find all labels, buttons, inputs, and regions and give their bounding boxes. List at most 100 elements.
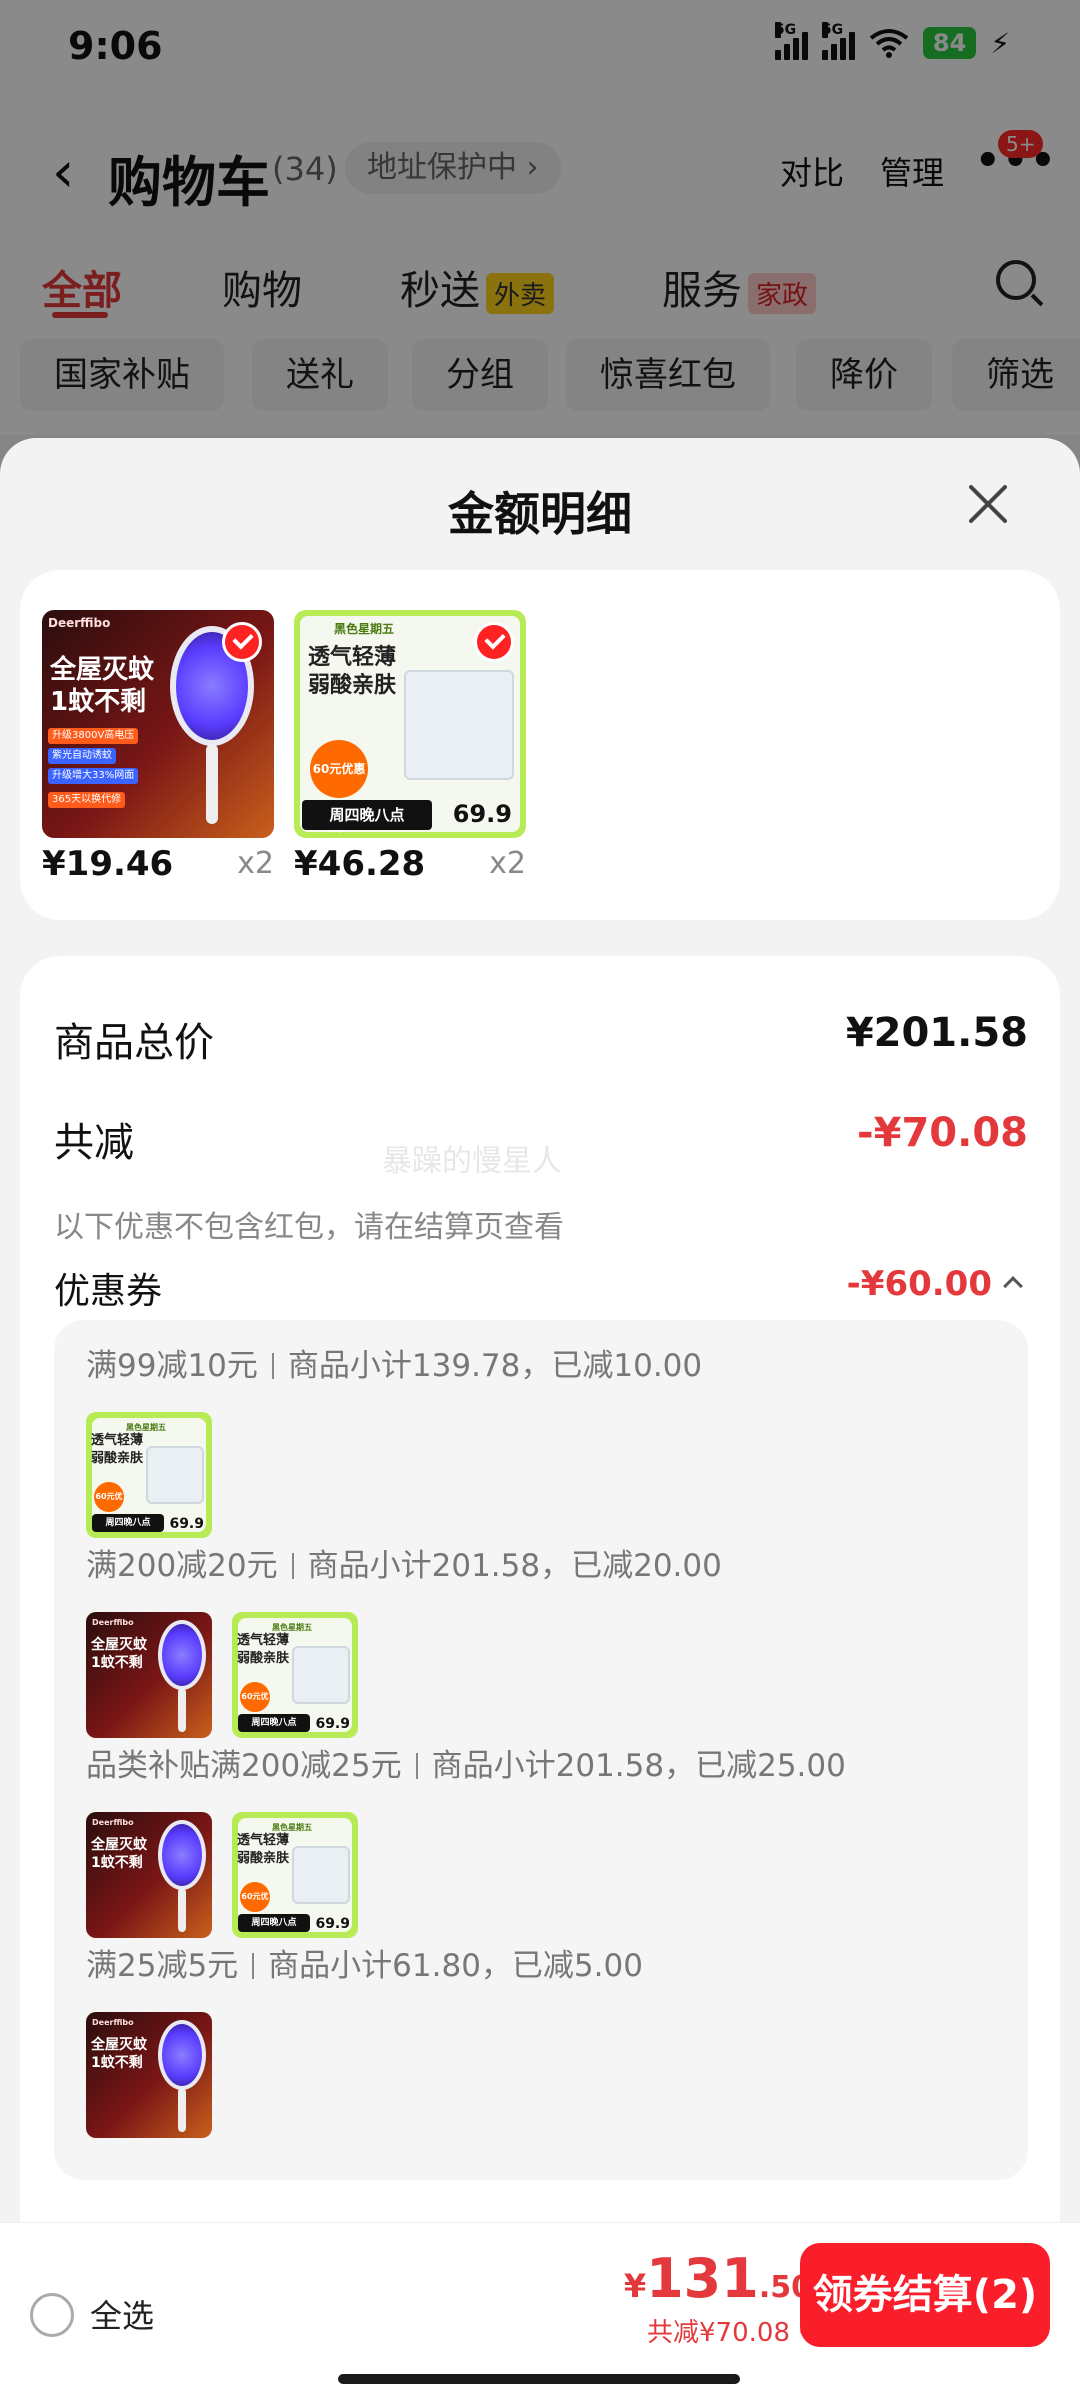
coupon-rule: 满99减10元 (86, 1348, 258, 1384)
product-headline-line1: 全屋灭蚊 (50, 655, 155, 685)
checkout-button[interactable]: 领券结算(2) (800, 2243, 1050, 2347)
image-price: 69.9 (315, 1716, 350, 1732)
coupon-stamp: 60元优惠券 (94, 1482, 124, 1531)
product-tag: 升级3800V高电压 (48, 728, 139, 744)
thumb-headline: 全屋灭蚊 1蚊不剩 (91, 2036, 147, 2072)
product-box-illustration (292, 1646, 350, 1704)
product-image: Deerffibo 全屋灭蚊 1蚊不剩 升级3800V高电压 紫光自动诱蚊 升级增… (42, 610, 274, 838)
thumb-headline-line1: 全屋灭蚊 (91, 1837, 147, 1853)
mosquito-racket-illustration (158, 1820, 206, 1890)
product-brand: Deerffibo (92, 1618, 134, 1627)
price-summary-card: 商品总价 ¥201.58 共减 -¥70.08 暴躁的慢星人 以下优惠不包含红包… (20, 956, 1060, 2400)
product-brand: Deerffibo (92, 1818, 134, 1827)
product-headline-line2: 弱酸亲肤 (308, 673, 397, 698)
coupon-rule: 品类补贴满200减25元 (86, 1748, 402, 1784)
thumb-headline: 透气轻薄 弱酸亲肤 (91, 1432, 143, 1468)
product-headline-line1: 透气轻薄 (308, 645, 397, 670)
product-box-illustration (404, 670, 514, 780)
selected-products-card: Deerffibo 全屋灭蚊 1蚊不剩 升级3800V高电压 紫光自动诱蚊 升级增… (20, 570, 1060, 920)
discount-toggle[interactable]: 共减¥70.08 (624, 2312, 815, 2349)
product-thumbnail: Deerffibo 全屋灭蚊 1蚊不剩 (86, 2012, 212, 2138)
image-price: 69.9 (452, 800, 512, 828)
product-image: 黑色星期五 透气轻薄弱酸亲肤 60元优惠券 周四晚八点 69.9 (294, 610, 526, 838)
coupon-stamp: 60元优惠券 (310, 740, 368, 834)
thumb-headline: 透气轻薄 弱酸亲肤 (237, 1632, 289, 1668)
thumb-headline-line2: 1蚊不剩 (91, 2055, 143, 2071)
coupon-toggle[interactable]: -¥60.00 (846, 1264, 1023, 1304)
discount-text: 共减¥70.08 (647, 2318, 790, 2348)
reduction-label: 共减 (54, 1120, 134, 1166)
divider (291, 1553, 294, 1579)
divider (415, 1753, 418, 1779)
sheet-title: 金额明细 (448, 487, 632, 541)
select-all-radio[interactable] (30, 2293, 74, 2337)
product-headline-line2: 1蚊不剩 (50, 687, 147, 717)
product-price: ¥19.46 (42, 844, 174, 884)
product-thumbnail: 黑色星期五 透气轻薄弱酸亲肤 60元优惠券 周四晚八点 69.9 (232, 1612, 358, 1738)
product-item[interactable]: 黑色星期五 透气轻薄弱酸亲肤 60元优惠券 周四晚八点 69.9 ¥46.28 … (294, 610, 526, 884)
product-brand: Deerffibo (48, 616, 111, 630)
product-item[interactable]: Deerffibo 全屋灭蚊 1蚊不剩 升级3800V高电压 紫光自动诱蚊 升级增… (42, 610, 274, 884)
product-brand: Deerffibo (92, 2018, 134, 2027)
coupon-rule-line: 满25减5元 商品小计61.80，已减5.00 (86, 1940, 643, 1985)
thumb-headline: 透气轻薄 弱酸亲肤 (237, 1832, 289, 1868)
product-box-illustration (292, 1846, 350, 1904)
divider (252, 1953, 255, 1979)
product-thumbnail: 黑色星期五 透气轻薄弱酸亲肤 60元优惠券 周四晚八点 69.9 (232, 1812, 358, 1938)
product-box-illustration (146, 1446, 204, 1504)
thumb-headline-line1: 透气轻薄 (237, 1633, 290, 1648)
product-brand: 黑色星期五 (334, 622, 395, 636)
product-tag: 365天以换代修 (48, 792, 126, 808)
total-integer: 131 (646, 2247, 759, 2310)
thumb-headline: 全屋灭蚊 1蚊不剩 (91, 1836, 147, 1872)
select-all-label[interactable]: 全选 (90, 2291, 154, 2337)
product-quantity: x2 (489, 846, 526, 881)
racket-handle-illustration (206, 744, 218, 824)
racket-handle-illustration (178, 1888, 186, 1932)
product-tag: 升级增大33%网面 (48, 768, 139, 784)
mosquito-racket-illustration (158, 2020, 206, 2090)
thumb-headline-line2: 弱酸亲肤 (237, 1851, 290, 1866)
chevron-up-icon (1003, 1276, 1023, 1296)
total-summary: ¥131.50 共减¥70.08 (624, 2247, 815, 2349)
coupon-value: -¥60.00 (846, 1264, 992, 1304)
thumb-headline-line1: 透气轻薄 (237, 1833, 290, 1848)
product-image-headline: 全屋灭蚊 1蚊不剩 (50, 654, 154, 718)
thumb-headline: 全屋灭蚊 1蚊不剩 (91, 1636, 147, 1672)
close-icon[interactable] (960, 476, 1016, 532)
reduction-value: -¥70.08 (857, 1110, 1028, 1156)
product-price: ¥46.28 (294, 844, 426, 884)
coupon-details-panel: 满99减10元 商品小计139.78，已减10.00 黑色星期五 透气轻薄 弱酸亲肤… (54, 1320, 1028, 2180)
thumb-headline-line1: 全屋灭蚊 (91, 2037, 147, 2053)
coupon-detail: 商品小计201.58，已减20.00 (307, 1548, 722, 1584)
coupon-rule-line: 满99减10元 商品小计139.78，已减10.00 (86, 1340, 702, 1385)
total-amount: ¥131.50 (624, 2247, 812, 2310)
checked-icon[interactable] (222, 622, 262, 662)
coupon-stamp: 60元优惠券 (240, 1682, 270, 1731)
product-thumbnail: 黑色星期五 透气轻薄弱酸亲肤 60元优惠券 周四晚八点 69.9 (86, 1412, 212, 1538)
product-thumbnail: Deerffibo 全屋灭蚊 1蚊不剩 (86, 1812, 212, 1938)
coupon-rule-line: 满200减20元 商品小计201.58，已减20.00 (86, 1540, 722, 1585)
mosquito-racket-illustration (158, 1620, 206, 1690)
image-price: 69.9 (315, 1916, 350, 1932)
amount-detail-sheet: 金额明细 Deerffibo 全屋灭蚊 1蚊不剩 升级3800V高电压 紫光自动诱… (0, 438, 1080, 2400)
coupon-rule: 满25减5元 (86, 1948, 239, 1984)
home-indicator (338, 2374, 740, 2384)
coupon-label: 优惠券 (54, 1271, 163, 1312)
promo-footer: 周四晚八点 (302, 800, 432, 830)
promo-footer: 周四晚八点 (238, 1714, 310, 1732)
thumb-headline-line2: 弱酸亲肤 (91, 1451, 144, 1466)
currency-symbol: ¥ (623, 2267, 647, 2305)
thumb-headline-line1: 透气轻薄 (91, 1433, 144, 1448)
total-price-label: 商品总价 (54, 1020, 214, 1066)
watermark: 暴躁的慢星人 (382, 1144, 562, 1179)
promo-footer: 周四晚八点 (238, 1914, 310, 1932)
checked-icon[interactable] (474, 622, 514, 662)
racket-handle-illustration (178, 2088, 186, 2132)
thumb-headline-line2: 1蚊不剩 (91, 1655, 143, 1671)
total-price-value: ¥201.58 (845, 1010, 1028, 1056)
product-quantity: x2 (237, 846, 274, 881)
coupon-rule-line: 品类补贴满200减25元 商品小计201.58，已减25.00 (86, 1740, 846, 1785)
thumb-headline-line2: 1蚊不剩 (91, 1855, 143, 1871)
coupon-detail: 商品小计201.58，已减25.00 (431, 1748, 846, 1784)
